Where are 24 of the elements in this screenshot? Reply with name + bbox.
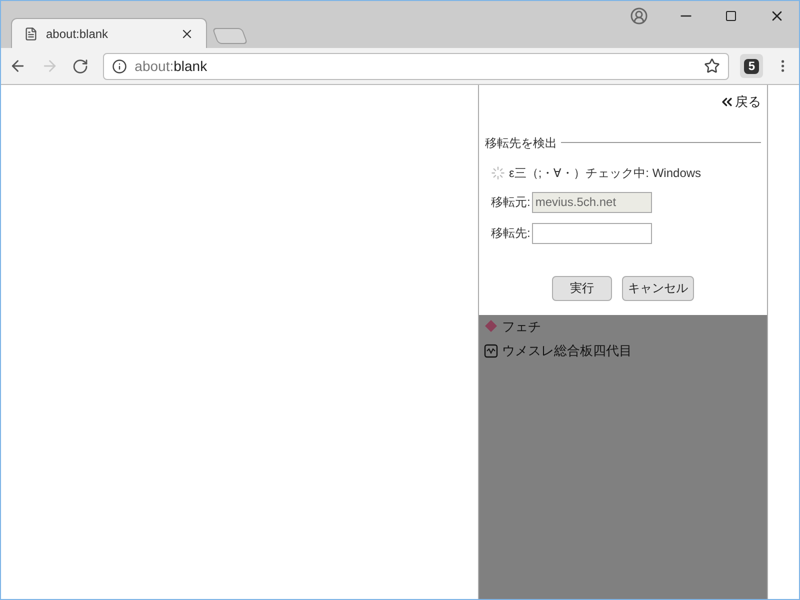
list-item[interactable]: フェチ [502,316,541,336]
profile-icon[interactable] [630,7,648,25]
bookmark-star-icon[interactable] [704,58,720,74]
info-icon [112,58,127,74]
status-text: ε三（;・∀・）チェック中: Windows [509,164,702,182]
page-icon [24,26,38,40]
address-text: about:blank [134,56,208,76]
maximize-icon[interactable] [725,10,737,22]
reload-icon[interactable] [72,58,89,74]
back-link[interactable]: 戻る [719,92,761,112]
address-field[interactable]: about:blank [102,52,729,80]
dialog-button[interactable]: キャンセル [622,276,694,300]
tab-title: about:blank [46,26,110,42]
browser-tab[interactable]: about:blank [11,18,207,48]
extension-button[interactable]: 5 [740,54,764,78]
loading-spinner-icon [491,166,505,180]
field-label: 移転先: [491,225,530,242]
field-label: 移転元: [491,194,530,211]
list-item[interactable]: ウメスレ総合板四代目 [502,341,632,360]
dialog-button[interactable]: 実行 [552,276,612,300]
diamond-icon [484,319,498,334]
section-title: 移転先を検出 [485,134,557,152]
input-field[interactable] [532,222,652,244]
wave-box-icon [484,344,498,358]
